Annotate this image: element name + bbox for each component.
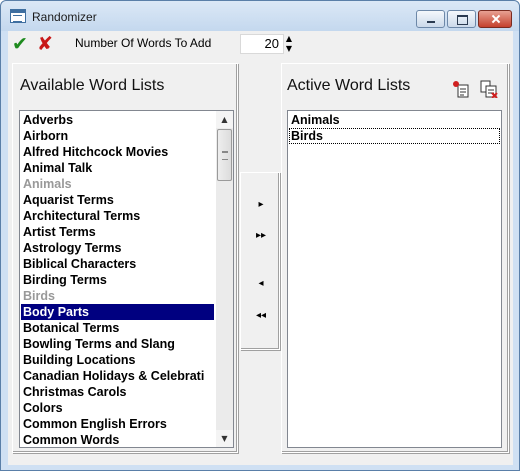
available-list-item[interactable]: Birding Terms: [21, 272, 214, 288]
minimize-button[interactable]: [416, 10, 445, 28]
remove-list-icon[interactable]: [480, 80, 498, 98]
available-list-item[interactable]: Body Parts: [21, 304, 214, 320]
spin-down-icon[interactable]: ▼: [284, 44, 294, 54]
active-list-item[interactable]: Animals: [289, 112, 500, 128]
available-list-item[interactable]: Biblical Characters: [21, 256, 214, 272]
add-one-icon[interactable]: ▸: [253, 198, 269, 212]
words-to-add-label: Number Of Words To Add: [75, 36, 212, 50]
remove-all-icon[interactable]: ◂◂: [253, 309, 269, 323]
available-list-item[interactable]: Canadian Holidays & Celebrati: [21, 368, 214, 384]
available-list-item[interactable]: Common English Errors: [21, 416, 214, 432]
window-title: Randomizer: [32, 10, 97, 24]
add-all-icon[interactable]: ▸▸: [253, 229, 269, 243]
available-list-item[interactable]: Astrology Terms: [21, 240, 214, 256]
add-list-icon[interactable]: [452, 80, 470, 98]
available-list-item[interactable]: Birds: [21, 288, 214, 304]
maximize-button[interactable]: [447, 10, 476, 28]
ok-checkmark-icon[interactable]: ✔: [12, 33, 28, 55]
available-list-item[interactable]: Architectural Terms: [21, 208, 214, 224]
available-list: Adverbs Airborn Alfred Hitchcock Movies Ani…: [21, 112, 214, 447]
available-scrollbar[interactable]: ▲ ▼: [216, 111, 233, 447]
available-list-item[interactable]: Aquarist Terms: [21, 192, 214, 208]
active-list-item[interactable]: Birds: [289, 128, 500, 144]
randomizer-window: Randomizer ✔ ✘ Number Of Words To Add 20…: [0, 0, 520, 471]
scroll-down-icon[interactable]: ▼: [216, 430, 233, 447]
scroll-up-icon[interactable]: ▲: [216, 111, 233, 128]
available-list-item[interactable]: Adverbs: [21, 112, 214, 128]
available-list-item[interactable]: Animals: [21, 176, 214, 192]
app-window-icon: [10, 9, 26, 23]
active-title: Active Word Lists: [287, 77, 411, 94]
active-listbox[interactable]: Animals Birds: [287, 110, 502, 448]
available-panel: Available Word Lists Adverbs Airborn Alfre…: [12, 63, 238, 453]
close-button[interactable]: [478, 10, 512, 28]
available-list-item[interactable]: Common Words: [21, 432, 214, 447]
client-area: ✔ ✘ Number Of Words To Add 20 ▲ ▼ Availa…: [8, 31, 513, 465]
scroll-thumb[interactable]: [217, 129, 232, 181]
available-list-item[interactable]: Botanical Terms: [21, 320, 214, 336]
remove-one-icon[interactable]: ◂: [253, 277, 269, 291]
available-list-item[interactable]: Airborn: [21, 128, 214, 144]
available-list-item[interactable]: Bowling Terms and Slang: [21, 336, 214, 352]
available-listbox[interactable]: Adverbs Airborn Alfred Hitchcock Movies Ani…: [19, 110, 234, 448]
available-list-item[interactable]: Artist Terms: [21, 224, 214, 240]
available-list-item[interactable]: Alfred Hitchcock Movies: [21, 144, 214, 160]
active-panel: Active Word Lists Animals Birds: [281, 63, 509, 453]
spin-up-icon[interactable]: ▲: [284, 34, 294, 44]
available-list-item[interactable]: Christmas Carols: [21, 384, 214, 400]
words-to-add-field[interactable]: 20: [240, 34, 284, 54]
toolbar: ✔ ✘ Number Of Words To Add 20 ▲ ▼: [8, 31, 513, 59]
available-list-item[interactable]: Building Locations: [21, 352, 214, 368]
cancel-x-icon[interactable]: ✘: [37, 33, 53, 55]
active-list: Animals Birds: [289, 112, 500, 144]
title-bar[interactable]: Randomizer: [1, 1, 519, 31]
transfer-panel: ▸ ▸▸ ◂ ◂◂: [240, 172, 280, 350]
available-list-item[interactable]: Colors: [21, 400, 214, 416]
available-list-item[interactable]: Animal Talk: [21, 160, 214, 176]
available-title: Available Word Lists: [20, 77, 165, 94]
